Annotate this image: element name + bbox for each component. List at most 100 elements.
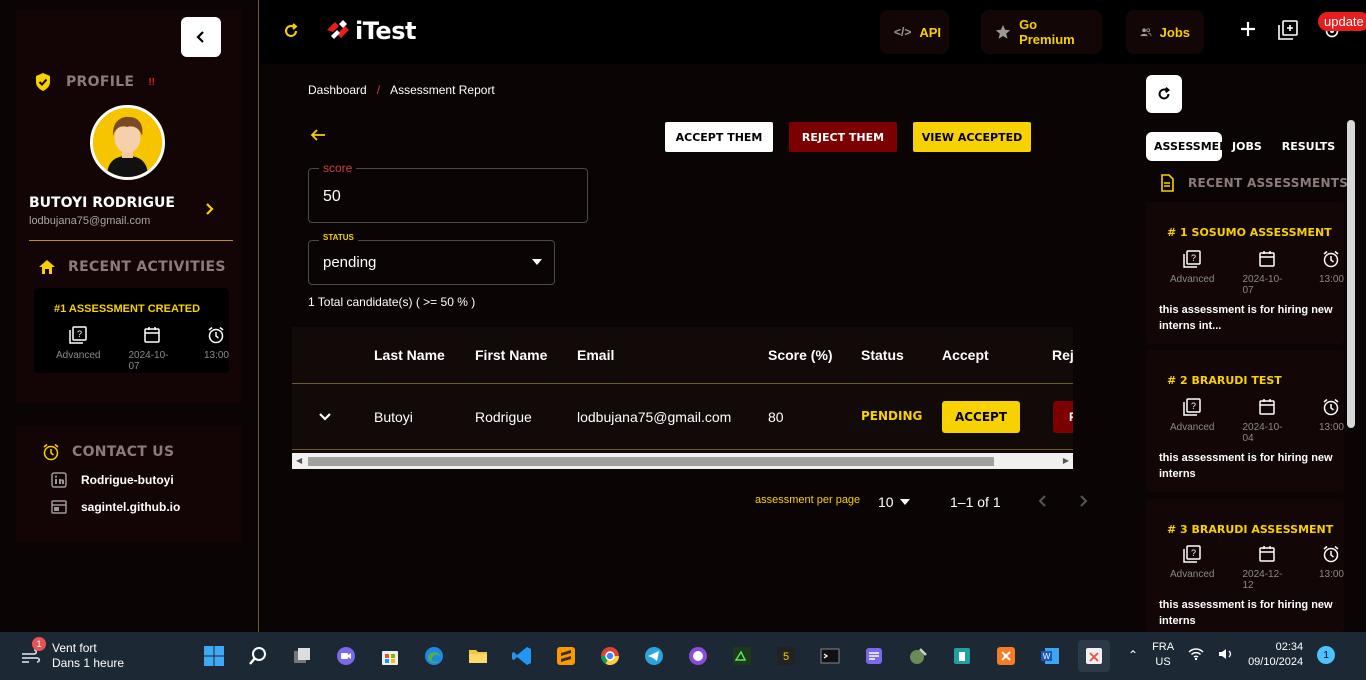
weather-widget[interactable]: 1 Vent fort Dans 1 heure — [20, 637, 124, 671]
activity-time: 13:00 — [204, 326, 229, 372]
assessment-meta: ? Advanced 2024-10-07 13:00 — [1170, 250, 1344, 296]
scroll-left-icon[interactable]: ◀ — [296, 456, 302, 465]
clock[interactable]: 02:34 09/10/2024 — [1248, 640, 1303, 670]
tab-results[interactable]: RESULTS — [1272, 132, 1345, 161]
scrollbar-thumb[interactable] — [308, 457, 994, 466]
notes-icon[interactable] — [858, 640, 890, 672]
right-refresh-button[interactable] — [1146, 75, 1182, 113]
cell-score: 80 — [768, 409, 784, 425]
score-label: score — [319, 161, 357, 175]
search-icon[interactable] — [242, 640, 274, 672]
breadcrumb-current: Assessment Report — [390, 83, 495, 97]
api-button[interactable]: </> API — [880, 10, 949, 54]
view-accepted-button[interactable]: VIEW ACCEPTED — [913, 122, 1031, 152]
windows-start-icon[interactable] — [198, 640, 230, 672]
contact-linkedin-link[interactable]: Rodrigue-butoyi — [51, 472, 174, 488]
tab-jobs[interactable]: JOBS — [1222, 132, 1272, 161]
status-select[interactable]: STATUS pending — [308, 233, 555, 285]
file-explorer-icon[interactable] — [462, 640, 494, 672]
next-page-button[interactable] — [1078, 494, 1088, 511]
status-value: pending — [323, 254, 377, 271]
word-icon[interactable]: W — [1034, 640, 1066, 672]
accept-them-button[interactable]: ACCEPT THEM — [665, 122, 773, 152]
snipping-icon[interactable] — [1078, 640, 1110, 672]
assessment-level: ? Advanced — [1170, 545, 1214, 591]
col-first-name[interactable]: First Name — [475, 347, 547, 363]
sublime-icon[interactable] — [550, 640, 582, 672]
assessment-card[interactable]: # 3 BRARUDI ASSESSMENT ? Advanced 2024-1… — [1146, 499, 1344, 632]
per-page-label: assessment per page — [755, 494, 861, 506]
caret-down-icon — [899, 499, 910, 505]
jobs-button[interactable]: Jobs — [1126, 10, 1204, 54]
breadcrumb-dashboard[interactable]: Dashboard — [308, 83, 367, 97]
terminal-green-icon[interactable] — [726, 640, 758, 672]
volume-icon[interactable] — [1218, 647, 1234, 664]
go-premium-button[interactable]: Go Premium — [981, 10, 1102, 54]
assessment-title: # 3 BRARUDI ASSESSMENT — [1167, 523, 1334, 536]
prev-page-button[interactable] — [1038, 494, 1048, 511]
telegram-icon[interactable] — [638, 640, 670, 672]
vscode-icon[interactable] — [506, 640, 538, 672]
add-button[interactable] — [1239, 20, 1257, 43]
profile-open-button[interactable] — [204, 202, 216, 221]
update-badge[interactable]: update — [1318, 12, 1366, 31]
row-accept-button[interactable]: ACCEPT — [942, 401, 1020, 433]
chrome-icon[interactable] — [594, 640, 626, 672]
task-view-icon[interactable] — [286, 640, 318, 672]
wifi-icon[interactable] — [1188, 647, 1204, 664]
col-status[interactable]: Status — [861, 347, 904, 363]
alarm-icon — [1324, 398, 1339, 416]
github-icon[interactable] — [682, 640, 714, 672]
divider — [292, 449, 1073, 450]
app-logo[interactable]: iTest — [325, 17, 416, 45]
cell-email: lodbujana75@gmail.com — [577, 409, 732, 425]
cmd-icon[interactable] — [814, 640, 846, 672]
contact-website-link[interactable]: sagintel.github.io — [51, 500, 180, 514]
col-score[interactable]: Score (%) — [768, 347, 833, 363]
assessment-level: ? Advanced — [1170, 250, 1214, 296]
store-icon[interactable] — [374, 640, 406, 672]
notification-badge[interactable]: 1 — [1317, 646, 1336, 664]
per-page-select[interactable]: 10 — [878, 494, 910, 510]
xampp-icon[interactable] — [990, 640, 1022, 672]
col-email[interactable]: Email — [577, 347, 614, 363]
row-reject-button[interactable]: R — [1053, 401, 1073, 433]
divider — [292, 383, 1073, 384]
profile-title: PROFILE — [66, 74, 135, 90]
assessment-card[interactable]: # 2 BRARUDI TEST ? Advanced 2024-10-04 1… — [1146, 350, 1344, 492]
pes-icon[interactable]: 5 — [770, 640, 802, 672]
activity-card[interactable]: #1 ASSESSMENT CREATED ? Advanced 2024-10… — [34, 288, 229, 373]
col-last-name[interactable]: Last Name — [374, 347, 445, 363]
row-expand-button[interactable] — [318, 409, 332, 427]
reload-button[interactable] — [282, 22, 300, 45]
linkedin-icon — [51, 472, 67, 488]
activity-level: ? Advanced — [56, 326, 100, 372]
app-logo-text: iTest — [355, 17, 416, 45]
collapse-sidebar-button[interactable] — [181, 17, 221, 57]
chat-icon[interactable] — [330, 640, 362, 672]
breadcrumb: Dashboard / Assessment Report — [308, 83, 495, 97]
edge-icon[interactable] — [418, 640, 450, 672]
language-indicator[interactable]: FRA US — [1152, 640, 1174, 670]
chevron-up-icon[interactable]: ⌃ — [1128, 648, 1138, 662]
reject-them-button[interactable]: REJECT THEM — [789, 122, 897, 152]
scroll-right-icon[interactable]: ▶ — [1063, 456, 1069, 465]
top-navbar: iTest </> API Go Premium Jobs update — [260, 0, 1366, 64]
app-icon[interactable] — [902, 640, 934, 672]
assessment-card[interactable]: # 1 SOSUMO ASSESSMENT ? Advanced 2024-10… — [1146, 202, 1344, 344]
breadcrumb-separator: / — [376, 83, 381, 97]
web-icon — [51, 500, 67, 514]
col-accept[interactable]: Accept — [942, 347, 989, 363]
col-reject[interactable]: Rej — [1052, 347, 1073, 363]
score-input[interactable]: score 50 — [308, 161, 588, 223]
quiz-icon: ? — [1183, 250, 1201, 268]
app-icon[interactable] — [946, 640, 978, 672]
back-button[interactable] — [310, 128, 326, 147]
svg-text:5: 5 — [783, 651, 789, 663]
gallery-button[interactable] — [1278, 20, 1298, 45]
table-horizontal-scrollbar[interactable]: ◀ ▶ — [292, 453, 1073, 469]
divider — [29, 240, 233, 241]
svg-text:?: ? — [1191, 253, 1196, 263]
tab-assessments[interactable]: ASSESSMENTS — [1146, 132, 1222, 161]
right-panel-scrollbar[interactable] — [1347, 120, 1355, 428]
